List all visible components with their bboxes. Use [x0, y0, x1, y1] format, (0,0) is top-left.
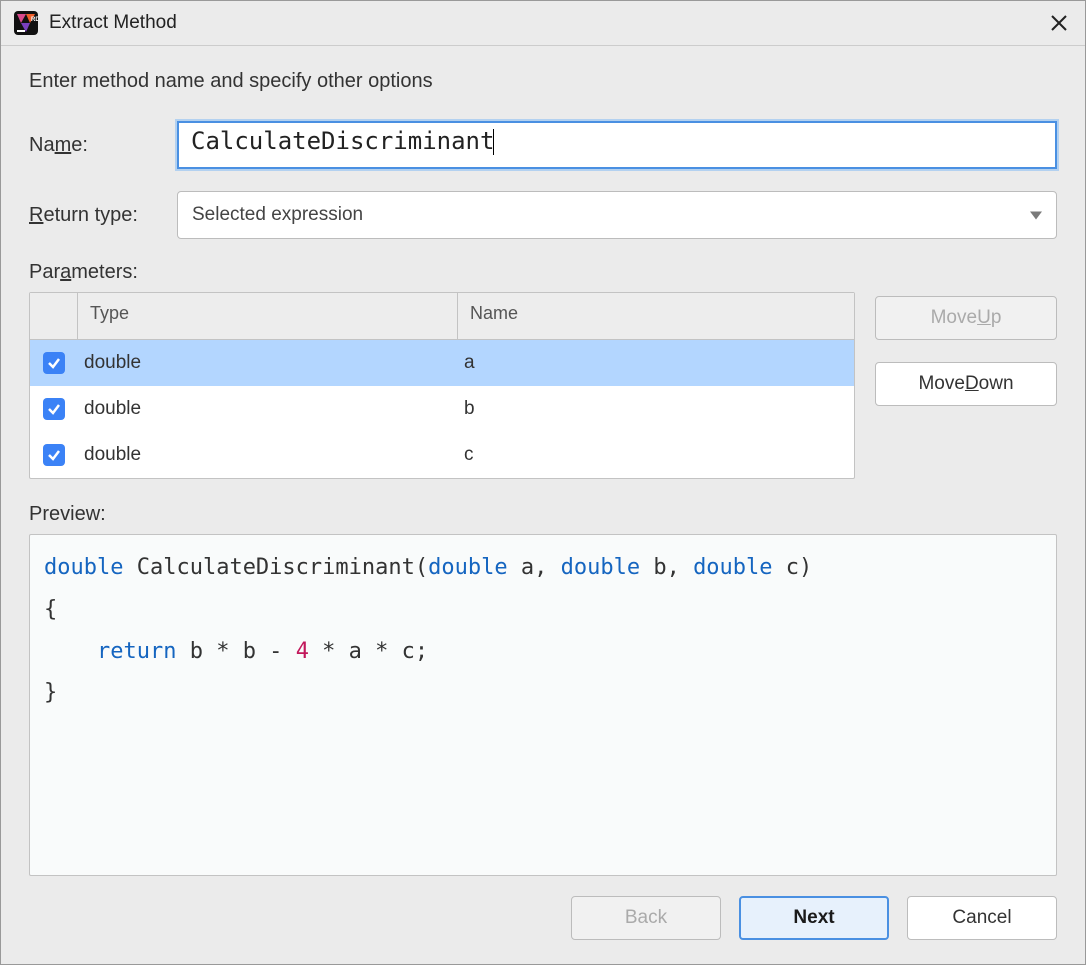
return-type-select[interactable]: Selected expression — [177, 191, 1057, 239]
parameter-type: double — [78, 398, 458, 420]
parameter-row[interactable]: doublea — [30, 340, 854, 386]
method-name-input[interactable]: CalculateDiscriminant — [177, 121, 1057, 169]
parameter-checkbox[interactable] — [43, 352, 65, 374]
parameter-row[interactable]: doublec — [30, 432, 854, 478]
return-type-select-wrap: Selected expression — [177, 191, 1057, 239]
instruction-text: Enter method name and specify other opti… — [29, 70, 1057, 93]
parameter-name: a — [458, 352, 854, 374]
parameter-name: b — [458, 398, 854, 420]
move-up-button[interactable]: Move Up — [875, 296, 1057, 340]
close-icon[interactable] — [1043, 7, 1075, 39]
parameters-area: Type Name doubleadoublebdoublec Move Up … — [29, 292, 1057, 479]
parameter-name: c — [458, 444, 854, 466]
extract-method-dialog: RD Extract Method Enter method name and … — [0, 0, 1086, 965]
parameters-label: Parameters: — [29, 261, 1057, 284]
svg-text:RD: RD — [31, 17, 38, 23]
col-check — [30, 293, 78, 339]
parameter-type: double — [78, 444, 458, 466]
dialog-title: Extract Method — [49, 12, 1043, 34]
parameter-checkbox[interactable] — [43, 398, 65, 420]
parameter-type: double — [78, 352, 458, 374]
preview-pane: double CalculateDiscriminant(double a, d… — [29, 534, 1057, 876]
move-buttons: Move Up Move Down — [875, 292, 1057, 479]
name-label: Name: — [29, 134, 177, 157]
back-button[interactable]: Back — [571, 896, 721, 940]
parameter-row[interactable]: doubleb — [30, 386, 854, 432]
parameters-table: Type Name doubleadoublebdoublec — [29, 292, 855, 479]
titlebar: RD Extract Method — [1, 1, 1085, 46]
name-row: Name: CalculateDiscriminant — [29, 121, 1057, 169]
cancel-button[interactable]: Cancel — [907, 896, 1057, 940]
parameters-header: Type Name — [30, 293, 854, 340]
return-type-row: Return type: Selected expression — [29, 191, 1057, 239]
next-button[interactable]: Next — [739, 896, 889, 940]
app-icon: RD — [13, 10, 39, 36]
col-name: Name — [458, 293, 854, 339]
return-type-label: Return type: — [29, 204, 177, 227]
parameters-body: doubleadoublebdoublec — [30, 340, 854, 478]
parameter-checkbox[interactable] — [43, 444, 65, 466]
move-down-button[interactable]: Move Down — [875, 362, 1057, 406]
dialog-footer: Back Next Cancel — [1, 896, 1085, 964]
preview-label: Preview: — [29, 503, 1057, 526]
col-type: Type — [78, 293, 458, 339]
dialog-content: Enter method name and specify other opti… — [1, 46, 1085, 896]
